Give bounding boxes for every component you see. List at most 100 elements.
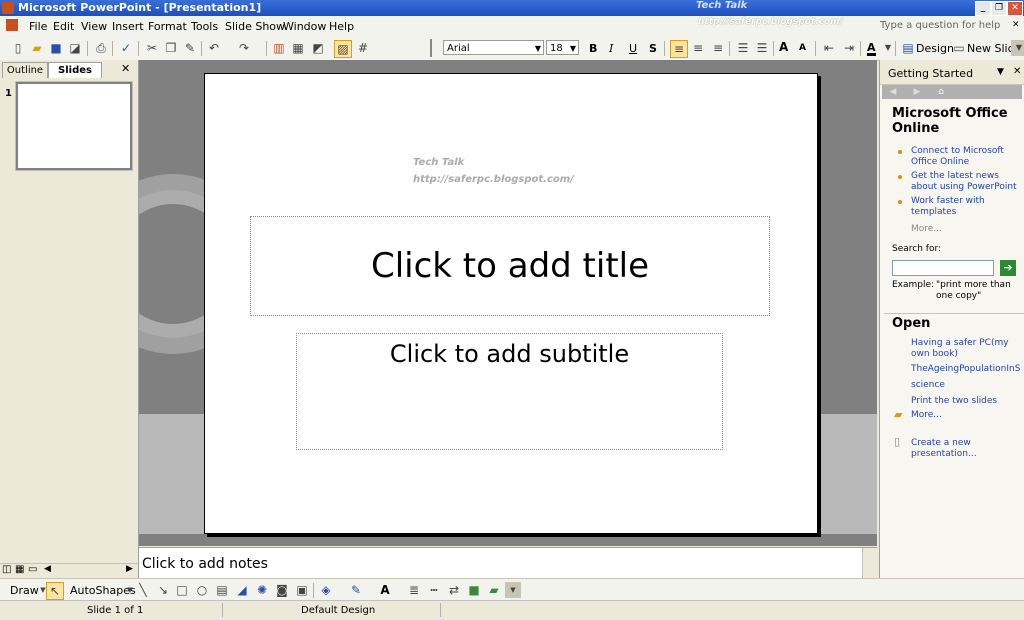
slide-canvas[interactable]: Tech Talk http://saferpc.blogspot.com/ C… [204, 73, 818, 534]
wordart-icon[interactable]: ◢ [234, 582, 250, 598]
close-pane-icon[interactable]: ✕ [121, 62, 130, 75]
fill-color-icon[interactable]: ◈ [318, 582, 334, 598]
document-menu-icon[interactable] [6, 19, 18, 31]
close-button[interactable]: ✕ [1007, 1, 1023, 16]
new-icon[interactable]: ▯ [10, 40, 26, 56]
task-pane-title[interactable]: Getting Started [888, 67, 973, 80]
tab-slides[interactable]: Slides [48, 62, 102, 78]
insert-chart-icon[interactable]: ▥ [271, 40, 287, 56]
drawbar-options-icon[interactable]: ▼ [505, 582, 521, 598]
redo-icon[interactable]: ↷ [236, 40, 252, 56]
increase-indent-icon[interactable]: ⇥ [841, 40, 857, 56]
normal-view-icon[interactable]: ◫ [2, 564, 11, 575]
design-button[interactable]: Design [916, 42, 954, 55]
select-objects-icon[interactable]: ↖ [46, 582, 64, 600]
numbering-icon[interactable]: ☰ [735, 40, 751, 56]
decrease-indent-icon[interactable]: ⇤ [821, 40, 837, 56]
font-color-button[interactable]: A [867, 42, 876, 56]
open-file-3[interactable]: science [911, 380, 1021, 391]
menu-help[interactable]: Help [329, 20, 354, 33]
scroll-right-icon[interactable]: ▶ [126, 564, 133, 574]
format-painter-icon[interactable]: ✎ [182, 40, 198, 56]
powerpoint-app-icon[interactable] [2, 2, 14, 14]
open-file-4[interactable]: Print the two slides [911, 396, 1021, 407]
arrow-icon[interactable]: ↘ [155, 582, 171, 598]
open-icon[interactable]: ▰ [29, 40, 45, 56]
tab-outline[interactable]: Outline [2, 62, 48, 78]
shadow-style-icon[interactable]: ■ [466, 582, 482, 598]
underline-button[interactable]: U [629, 42, 637, 55]
toolbar-options-icon[interactable]: ▼ [1011, 40, 1024, 56]
bullets-icon[interactable]: ☰ [754, 40, 770, 56]
close-document-icon[interactable]: ✕ [1012, 20, 1020, 30]
task-pane-close-icon[interactable]: ✕ [1013, 66, 1021, 77]
menu-slide-show[interactable]: Slide Show [225, 20, 285, 33]
tables-borders-icon[interactable]: ◩ [310, 40, 326, 56]
font-size-combo[interactable]: 18 ▼ [546, 40, 579, 55]
search-input[interactable] [892, 260, 994, 276]
font-color-icon[interactable]: A [377, 582, 393, 598]
help-question-input[interactable]: Type a question for help [880, 20, 1000, 31]
diagram-icon[interactable]: ✺ [254, 582, 270, 598]
line-color-icon[interactable]: ✎ [348, 582, 364, 598]
font-name-combo[interactable]: Arial ▼ [443, 40, 544, 55]
minimize-button[interactable]: _ [975, 1, 991, 16]
copy-icon[interactable]: ❐ [163, 40, 179, 56]
line-style-icon[interactable]: ≣ [406, 582, 422, 598]
bold-button[interactable]: B [589, 42, 597, 55]
link-latest-news[interactable]: Get the latest news about using PowerPoi… [911, 171, 1021, 193]
scroll-left-icon[interactable]: ◀ [44, 564, 51, 574]
open-file-2[interactable]: TheAgeingPopulationInSingapore [911, 364, 1021, 375]
cut-icon[interactable]: ✂ [144, 40, 160, 56]
slide-show-view-icon[interactable]: ▭ [28, 564, 37, 575]
restore-button[interactable]: ❐ [991, 1, 1007, 16]
clip-art-icon[interactable]: ◙ [274, 582, 290, 598]
shadow-button[interactable]: S [649, 42, 657, 55]
show-grid-icon[interactable]: # [355, 40, 371, 56]
increase-font-button[interactable]: A [779, 40, 788, 54]
align-center-icon[interactable]: ≡ [690, 40, 706, 56]
spelling-icon[interactable]: ✓ [118, 40, 134, 56]
dash-style-icon[interactable]: ┅ [426, 582, 442, 598]
link-work-faster[interactable]: Work faster with templates [911, 196, 1021, 218]
menu-file[interactable]: File [29, 20, 47, 33]
print-icon[interactable]: ⎙ [93, 40, 109, 56]
menu-format[interactable]: Format [148, 20, 187, 33]
arrow-style-icon[interactable]: ⇄ [446, 582, 462, 598]
insert-table-icon[interactable]: ▦ [290, 40, 306, 56]
back-icon[interactable]: ◀ [885, 86, 901, 98]
task-pane-dropdown-icon[interactable]: ▼ [997, 67, 1004, 77]
align-left-icon[interactable]: ≡ [670, 40, 688, 58]
slide-sorter-view-icon[interactable]: ▦ [15, 564, 24, 575]
menu-edit[interactable]: Edit [53, 20, 74, 33]
oval-icon[interactable]: ○ [194, 582, 210, 598]
open-file-1[interactable]: Having a safer PC(my own book) [911, 338, 1021, 360]
align-right-icon[interactable]: ≡ [710, 40, 726, 56]
link-more-online[interactable]: More... [911, 224, 1021, 235]
picture-icon[interactable]: ▣ [294, 582, 310, 598]
permission-icon[interactable]: ◪ [67, 40, 83, 56]
notes-placeholder[interactable]: Click to add notes [142, 556, 268, 572]
menu-window[interactable]: Window [283, 20, 326, 33]
link-more-open[interactable]: More... [911, 410, 1021, 421]
text-box-icon[interactable]: ▤ [214, 582, 230, 598]
slide-thumbnail[interactable] [16, 82, 132, 170]
link-connect-office-online[interactable]: Connect to Microsoft Office Online [911, 146, 1021, 168]
undo-icon[interactable]: ↶ [206, 40, 222, 56]
3d-style-icon[interactable]: ▰ [486, 582, 502, 598]
home-icon[interactable]: ⌂ [933, 86, 949, 98]
line-icon[interactable]: ╲ [135, 582, 151, 598]
notes-pane[interactable]: Click to add notes [139, 547, 877, 579]
forward-icon[interactable]: ▶ [909, 86, 925, 98]
rectangle-icon[interactable]: □ [174, 582, 190, 598]
menu-tools[interactable]: Tools [191, 20, 218, 33]
menu-view[interactable]: View [81, 20, 107, 33]
link-create-new[interactable]: Create a new presentation... [911, 438, 1021, 460]
font-color-dropdown-icon[interactable]: ▼ [880, 40, 896, 56]
decrease-font-button[interactable]: A [799, 43, 806, 53]
search-go-icon[interactable]: ➔ [1000, 260, 1016, 276]
italic-button[interactable]: I [609, 42, 613, 55]
menu-insert[interactable]: Insert [112, 20, 144, 33]
subtitle-placeholder[interactable]: Click to add subtitle [296, 333, 723, 450]
save-icon[interactable]: ■ [48, 40, 64, 56]
